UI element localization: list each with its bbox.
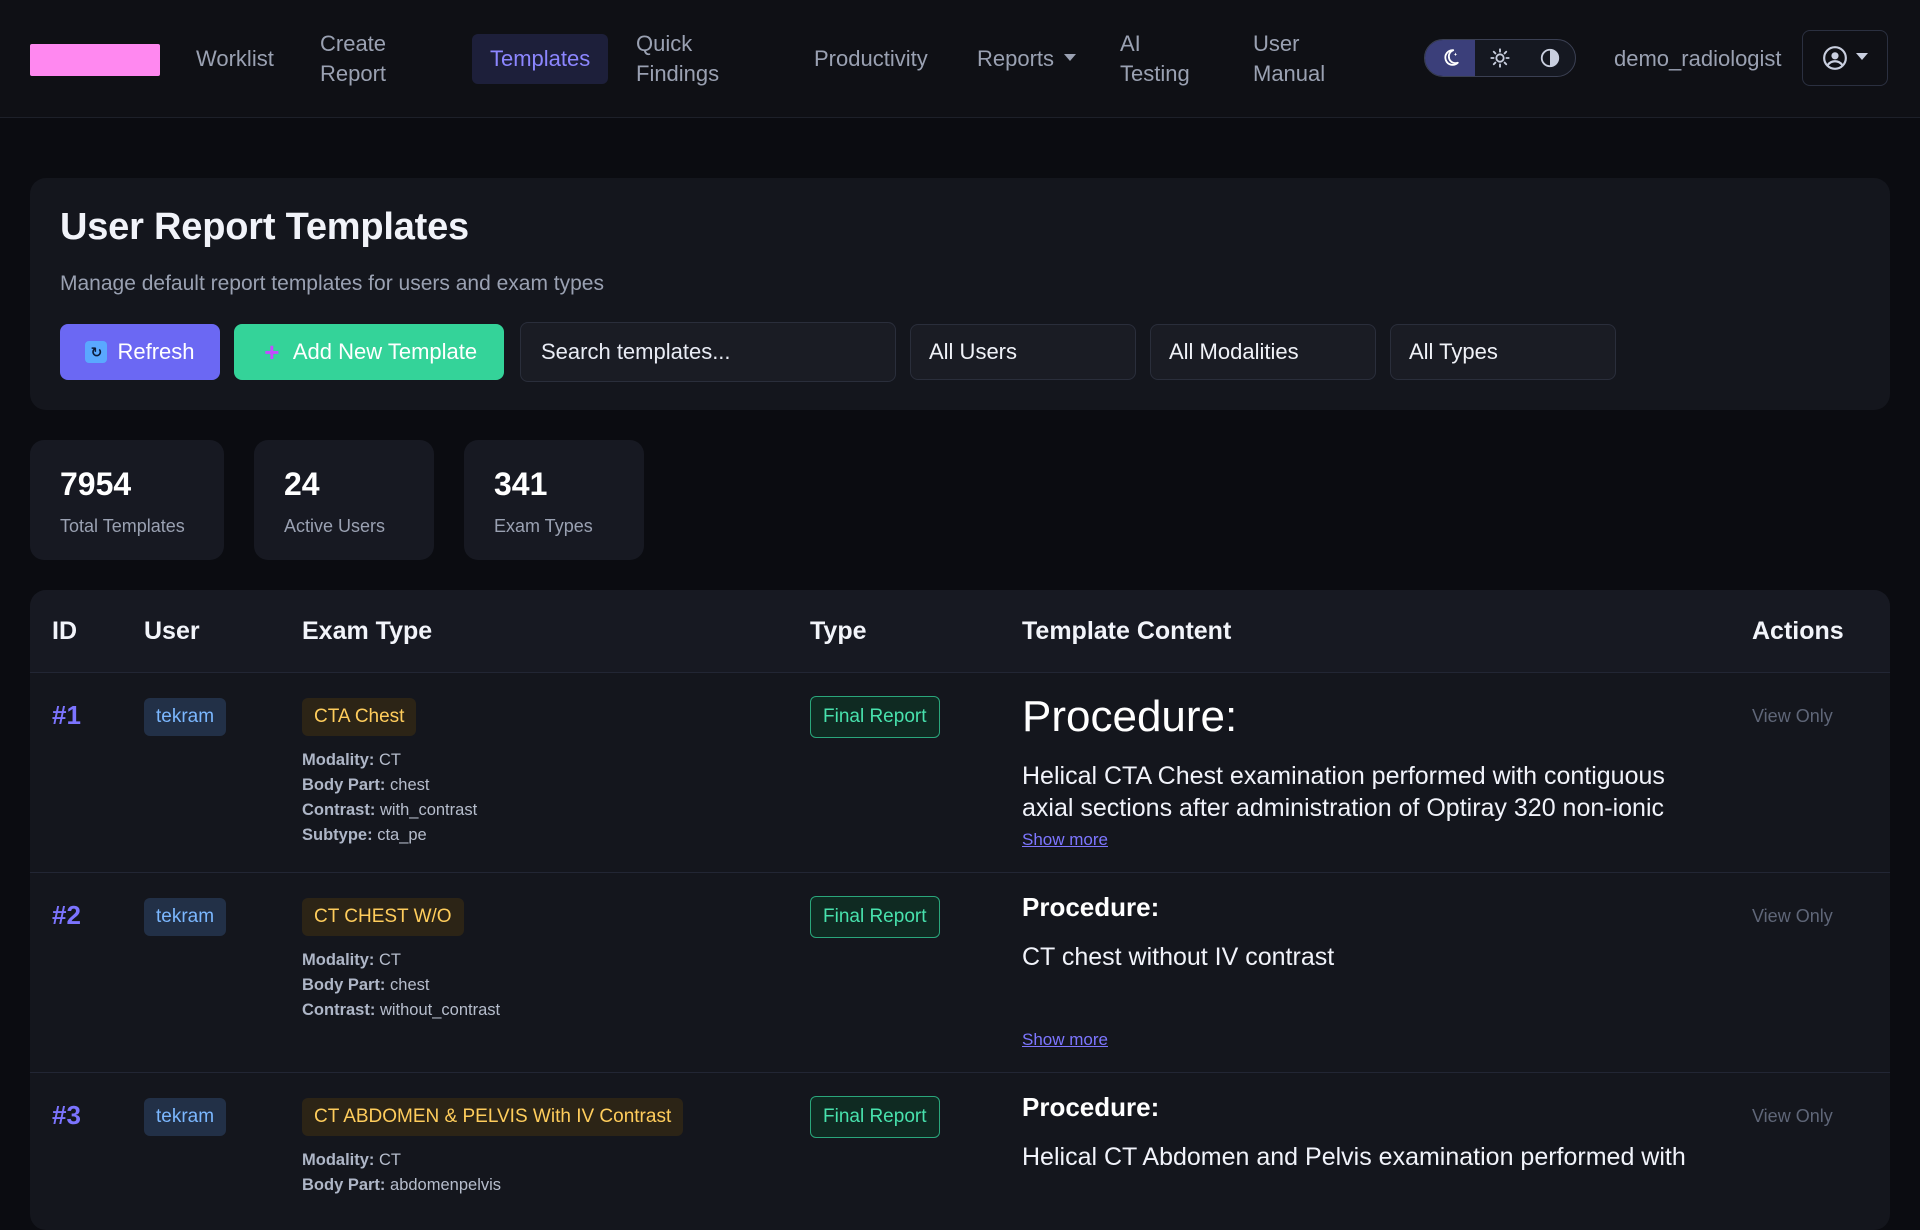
col-type: Type <box>810 616 867 645</box>
template-content: Procedure: CT chest without IV contrast <box>1022 892 1722 973</box>
templates-header-panel: User Report Templates Manage default rep… <box>30 178 1890 410</box>
chevron-down-icon <box>1856 52 1868 60</box>
user-menu-button[interactable] <box>1802 30 1888 86</box>
exam-type-badge: CT ABDOMEN & PELVIS With IV Contrast <box>302 1098 684 1136</box>
content-heading: Procedure: <box>1022 1092 1160 1122</box>
sun-icon <box>1490 48 1510 68</box>
theme-dark-button[interactable] <box>1425 40 1475 76</box>
nav-reports-dropdown[interactable]: Reports <box>977 0 1077 118</box>
theme-toggle <box>1424 39 1576 77</box>
brand-logo[interactable] <box>30 44 160 76</box>
table-header: ID User Exam Type Type Template Content … <box>30 590 1890 673</box>
content-clip: Helical CTA Chest examination performed … <box>1022 760 1722 824</box>
content-text: Helical CTA Chest examination performed … <box>1022 762 1665 822</box>
stat-active-users: 24 Active Users <box>254 440 434 560</box>
table-row: #3 tekram CT ABDOMEN & PELVIS With IV Co… <box>30 1072 1890 1230</box>
stat-total-templates: 7954 Total Templates <box>30 440 224 560</box>
show-more-link[interactable]: Show more <box>1022 830 1108 850</box>
report-type-badge: Final Report <box>810 1096 940 1138</box>
exam-meta: Modality: CT Body Part: chest Contrast: … <box>302 951 501 1019</box>
exam-type-badge: CT CHEST W/O <box>302 898 464 936</box>
exam-meta: Modality: CT Body Part: chest Contrast: … <box>302 751 478 844</box>
view-only-label: View Only <box>1752 706 1833 726</box>
filter-users-select[interactable]: All Users <box>910 324 1136 380</box>
template-content: Procedure: Helical CT Abdomen and Pelvis… <box>1022 1092 1722 1173</box>
templates-table: ID User Exam Type Type Template Content … <box>30 590 1890 1230</box>
nav-user-manual[interactable]: User Manual <box>1253 0 1325 118</box>
user-circle-icon <box>1823 46 1847 70</box>
col-exam-type: Exam Type <box>302 616 433 645</box>
col-actions: Actions <box>1752 616 1844 645</box>
chevron-down-icon <box>1064 53 1077 61</box>
nav-productivity[interactable]: Productivity <box>814 0 928 118</box>
view-only-label: View Only <box>1752 906 1833 926</box>
page-subtitle: Manage default report templates for user… <box>60 272 604 295</box>
nav-ai-testing[interactable]: AI Testing <box>1120 0 1190 118</box>
content-text: Helical CT Abdomen and Pelvis examinatio… <box>1022 1143 1686 1171</box>
stat-exam-types: 341 Exam Types <box>464 440 644 560</box>
refresh-icon: ↻ <box>85 341 108 363</box>
page-title: User Report Templates <box>60 206 469 248</box>
col-user: User <box>144 616 200 645</box>
show-more-link[interactable]: Show more <box>1022 1030 1108 1050</box>
nav-templates[interactable]: Templates <box>472 34 609 84</box>
exam-meta: Modality: CT Body Part: abdomenpelvis <box>302 1151 502 1194</box>
table-row: #1 tekram CTA Chest Modality: CT Body Pa… <box>30 672 1890 873</box>
username: demo_radiologist <box>1614 46 1782 71</box>
contrast-icon <box>1540 48 1560 68</box>
template-content: Procedure: Helical CTA Chest examination… <box>1022 692 1722 824</box>
search-input[interactable] <box>539 338 877 366</box>
template-id[interactable]: #3 <box>52 1100 81 1131</box>
nav-create-report[interactable]: Create Report <box>320 0 386 118</box>
filter-types-select[interactable]: All Types <box>1390 324 1616 380</box>
content-text: CT chest without IV contrast <box>1022 943 1335 971</box>
moon-stars-icon <box>1444 49 1459 66</box>
template-id[interactable]: #1 <box>52 700 81 731</box>
add-new-template-button[interactable]: + Add New Template <box>234 324 504 380</box>
theme-contrast-button[interactable] <box>1525 40 1575 76</box>
view-only-label: View Only <box>1752 1106 1833 1126</box>
top-navbar: Worklist Create Report Templates Quick F… <box>0 0 1920 118</box>
exam-type-badge: CTA Chest <box>302 698 417 736</box>
user-badge: tekram <box>144 1098 227 1136</box>
nav-quick-findings[interactable]: Quick Findings <box>636 0 719 118</box>
nav-worklist[interactable]: Worklist <box>196 0 274 118</box>
col-id: ID <box>52 616 77 645</box>
content-heading: Procedure: <box>1022 892 1160 922</box>
plus-icon: + <box>264 337 280 367</box>
filter-modalities-select[interactable]: All Modalities <box>1150 324 1376 380</box>
user-badge: tekram <box>144 698 227 736</box>
search-box <box>520 322 896 382</box>
refresh-button[interactable]: ↻ Refresh <box>60 324 220 380</box>
col-template-content: Template Content <box>1022 616 1232 645</box>
report-type-badge: Final Report <box>810 696 940 738</box>
table-row: #2 tekram CT CHEST W/O Modality: CT Body… <box>30 872 1890 1073</box>
content-heading: Procedure: <box>1022 692 1238 741</box>
template-id[interactable]: #2 <box>52 900 81 931</box>
theme-light-button[interactable] <box>1475 40 1525 76</box>
user-badge: tekram <box>144 898 227 936</box>
report-type-badge: Final Report <box>810 896 940 938</box>
